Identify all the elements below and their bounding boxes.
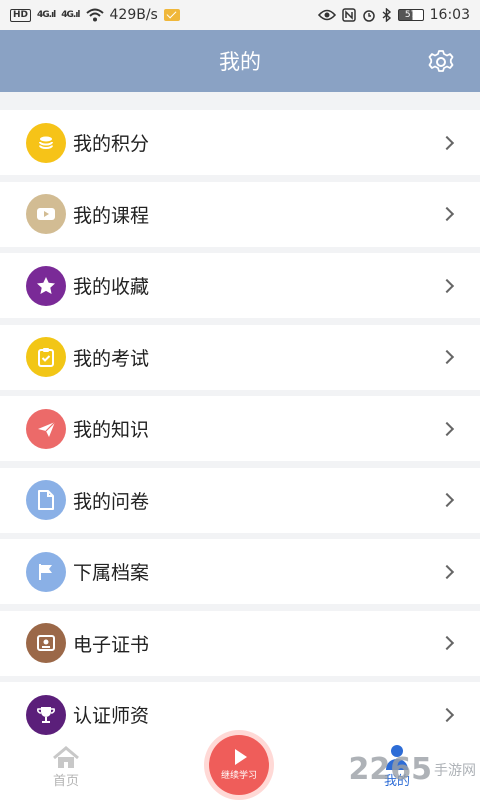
wifi-icon xyxy=(85,8,104,22)
mail-notification-icon xyxy=(163,9,180,21)
status-bar: HD 4G.ıl 4G.ıl 429B/s 57 16:03 xyxy=(0,0,480,30)
chevron-right-icon xyxy=(439,278,455,293)
menu-item-label: 我的问卷 xyxy=(73,490,150,513)
watermark: 2265 手游网 xyxy=(349,752,477,787)
paper-plane-icon xyxy=(26,408,66,449)
watermark-number: 2265 xyxy=(348,752,433,787)
play-icon xyxy=(234,749,247,765)
chevron-right-icon xyxy=(439,421,455,436)
eye-icon xyxy=(317,9,336,21)
battery-icon: 57 xyxy=(397,9,424,21)
menu-item-certificates[interactable]: 电子证书 xyxy=(0,610,480,676)
certificate-icon xyxy=(26,623,66,663)
menu-item-label: 认证师资 xyxy=(73,705,150,727)
menu-item-label: 我的课程 xyxy=(73,204,150,227)
hd-badge: HD xyxy=(10,8,32,22)
bluetooth-icon xyxy=(382,8,391,22)
chevron-right-icon xyxy=(439,135,455,150)
menu-item-points[interactable]: 我的积分 xyxy=(0,110,480,175)
menu-item-label: 我的知识 xyxy=(73,419,150,441)
clock: 16:03 xyxy=(429,7,470,23)
document-icon xyxy=(26,480,66,520)
chevron-right-icon xyxy=(439,492,455,508)
settings-gear-icon[interactable] xyxy=(428,49,454,75)
page-title: 我的 xyxy=(219,50,261,74)
menu-item-label: 我的收藏 xyxy=(73,276,150,298)
signal-icon: 4G.ıl xyxy=(61,10,80,20)
clipboard-icon xyxy=(26,337,66,377)
chevron-right-icon xyxy=(439,635,455,651)
nfc-icon xyxy=(341,8,356,22)
menu-item-exams[interactable]: 我的考试 xyxy=(0,324,480,390)
menu-item-knowledge[interactable]: 我的知识 xyxy=(0,396,480,461)
menu-list: 我的积分 我的课程 我的收藏 我的考试 我的知识 我的问卷 下属档案 电子证书 … xyxy=(0,110,480,754)
menu-item-label: 电子证书 xyxy=(73,633,150,656)
chevron-right-icon xyxy=(439,349,455,365)
network-speed: 429B/s xyxy=(109,7,158,23)
menu-item-favorites[interactable]: 我的收藏 xyxy=(0,253,480,318)
tab-home[interactable]: 首页 xyxy=(52,746,80,789)
tab-home-label: 首页 xyxy=(52,774,79,789)
chevron-right-icon xyxy=(439,707,455,722)
video-icon xyxy=(26,194,66,234)
alarm-icon xyxy=(362,10,375,22)
trophy-icon xyxy=(26,694,66,735)
menu-item-label: 我的积分 xyxy=(73,133,150,155)
top-nav-bar: 我的 xyxy=(0,30,480,92)
chevron-right-icon xyxy=(439,206,455,222)
continue-learning-label: 继续学习 xyxy=(220,771,257,781)
watermark-text: 手游网 xyxy=(434,762,476,779)
flag-icon xyxy=(26,551,66,592)
menu-item-label: 我的考试 xyxy=(73,347,150,370)
menu-item-questionnaires[interactable]: 我的问卷 xyxy=(0,467,480,533)
chevron-right-icon xyxy=(439,564,455,579)
home-icon xyxy=(53,746,79,768)
signal-icon: 4G.ıl xyxy=(37,10,56,20)
menu-item-label: 下属档案 xyxy=(73,562,150,584)
menu-item-courses[interactable]: 我的课程 xyxy=(0,181,480,247)
continue-learning-button[interactable]: 继续学习 xyxy=(204,730,274,800)
menu-item-subordinate-files[interactable]: 下属档案 xyxy=(0,539,480,604)
coin-icon xyxy=(26,122,66,163)
star-icon xyxy=(26,265,66,306)
